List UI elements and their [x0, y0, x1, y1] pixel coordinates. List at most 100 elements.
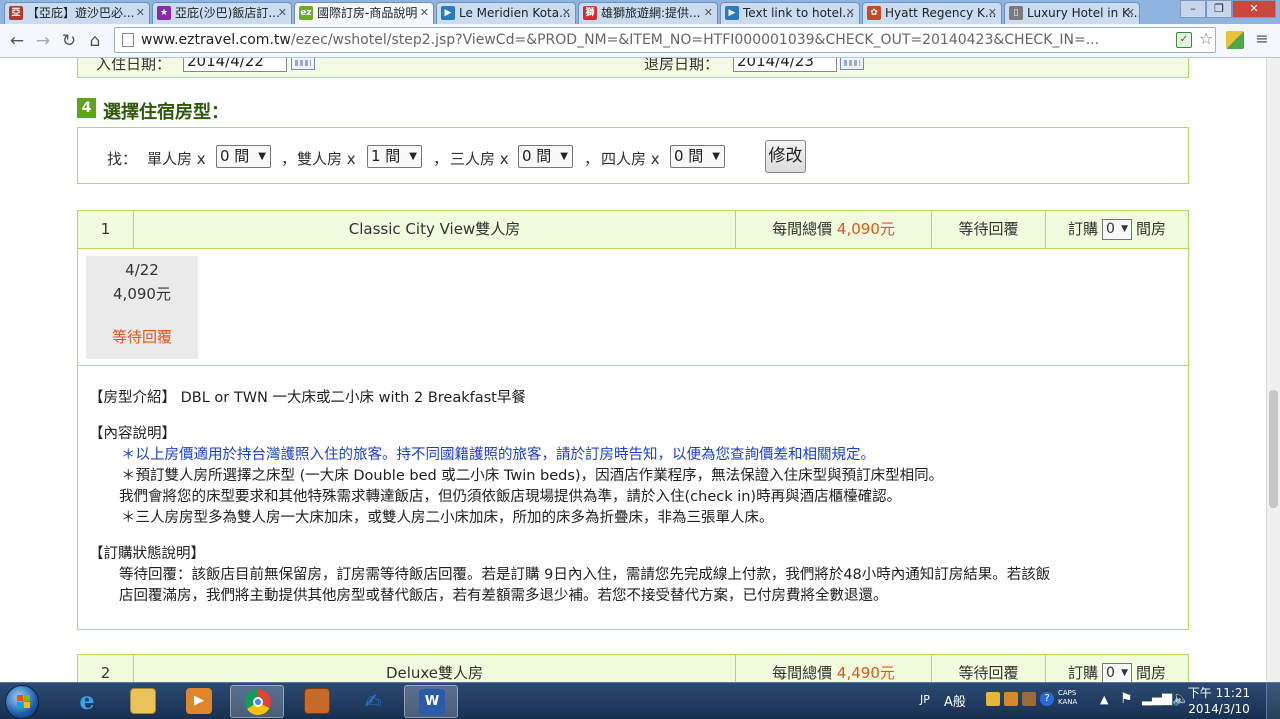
tab-close-icon[interactable]: ✕: [1126, 3, 1135, 23]
double-room-select[interactable]: 1 間 ▼: [367, 145, 422, 168]
ime-mode-indicator[interactable]: A般: [944, 691, 966, 719]
price-label: 每間總價: [772, 220, 833, 238]
browser-tab-3[interactable]: ez 國際訂房-商品說明 ✕: [294, 2, 434, 24]
browser-tab-5[interactable]: 獅 雄獅旅遊網:提供... ✕: [578, 2, 718, 24]
language-indicator[interactable]: JP: [920, 693, 930, 719]
network-icon[interactable]: ▂▄▆: [1142, 691, 1172, 719]
taskbar-explorer[interactable]: [116, 685, 170, 718]
tab-close-icon[interactable]: ✕: [278, 3, 287, 23]
tab-favicon-icon: ▯: [1009, 6, 1023, 20]
modify-button[interactable]: 修改: [765, 140, 806, 173]
content-line: 我們會將您的床型要求和其他特殊需求轉達飯店，但仍須依飯店現場提供為準，請於入住(…: [119, 489, 902, 505]
checkin-date-input[interactable]: 2014/4/22: [183, 58, 287, 72]
browser-tab-8[interactable]: ▯ Luxury Hotel in K... ✕: [1004, 2, 1140, 24]
separator: ，: [433, 150, 449, 168]
room-order-select[interactable]: 0 ▼: [1102, 219, 1132, 240]
home-icon[interactable]: ⌂: [84, 30, 106, 52]
extension-puzzle-icon[interactable]: [1226, 31, 1244, 49]
quad-room-select[interactable]: 0 間 ▼: [670, 145, 725, 168]
day-status: 等待回覆: [111, 328, 172, 346]
room-name: Classic City View雙人房: [133, 211, 735, 248]
taskbar-chrome[interactable]: [230, 685, 284, 718]
dropdown-arrow-icon: ▼: [560, 151, 568, 162]
internet-explorer-icon: e: [79, 686, 95, 715]
menu-icon[interactable]: ≡: [1252, 29, 1272, 49]
tab-favicon-icon: ✿: [867, 6, 881, 20]
ime-tool-icon[interactable]: [1004, 692, 1018, 706]
browser-tab-2[interactable]: ★ 亞庇(沙巴)飯店訂... ✕: [152, 2, 292, 24]
tab-title: Le Meridien Kota...: [459, 6, 571, 20]
kana-label: KANA: [1058, 698, 1078, 706]
restore-window-button[interactable]: ❐: [1206, 0, 1232, 18]
taskbar-media-player[interactable]: ▶: [172, 685, 226, 718]
minimize-window-button[interactable]: –: [1180, 0, 1206, 18]
tab-favicon-icon: 亞: [9, 6, 23, 20]
tab-close-icon[interactable]: ✕: [420, 3, 429, 23]
tab-favicon-icon: ★: [157, 6, 171, 20]
extension-icon[interactable]: ✓: [1176, 32, 1192, 48]
browser-tab-7[interactable]: ✿ Hyatt Regency K... ✕: [862, 2, 1002, 24]
calendar-icon[interactable]: [291, 58, 315, 70]
address-bar[interactable]: www.eztravel.com.tw/ezec/wshotel/step2.j…: [114, 27, 1216, 53]
room-price: 每間總價 4,090元: [735, 211, 931, 248]
start-button[interactable]: [5, 685, 39, 719]
taskbar-ie[interactable]: e: [60, 685, 114, 718]
room-header: 1 Classic City View雙人房 每間總價 4,090元 等待回覆 …: [78, 211, 1188, 249]
status-line: 等待回覆：該飯店目前無保留房，訂房需等待飯店回覆。若是訂購 9日內入住，需請您先…: [119, 567, 1051, 583]
bookmark-star-icon[interactable]: ☆: [1196, 29, 1216, 49]
taskbar-word[interactable]: W: [404, 685, 458, 718]
content-line: ＊預訂雙人房所選擇之床型 (一大床 Double bed 或二小床 Twin b…: [121, 468, 944, 484]
tab-close-icon[interactable]: ✕: [846, 3, 855, 23]
tab-close-icon[interactable]: ✕: [562, 3, 571, 23]
date-bar: 入住日期： 2014/4/22 退房日期： 2014/4/23: [77, 58, 1189, 78]
tab-close-icon[interactable]: ✕: [136, 3, 145, 23]
price-value: 4,490元: [836, 664, 895, 682]
room-order-select[interactable]: 0 ▼: [1102, 663, 1132, 682]
triple-room-select[interactable]: 0 間 ▼: [518, 145, 573, 168]
reload-icon[interactable]: ↻: [58, 30, 80, 52]
dropdown-arrow-icon: ▼: [409, 151, 417, 162]
clock-date: 2014/3/10: [1188, 702, 1250, 716]
vertical-scrollbar[interactable]: [1266, 58, 1280, 682]
tab-favicon-icon: 獅: [583, 6, 597, 20]
checkout-date-input[interactable]: 2014/4/23: [733, 58, 837, 72]
room-name: Deluxe雙人房: [133, 655, 735, 682]
forward-arrow-icon[interactable]: →: [32, 30, 54, 52]
select-value: 1 間: [371, 147, 401, 165]
help-icon[interactable]: ?: [1040, 692, 1054, 706]
taskbar-app[interactable]: ✍: [346, 685, 400, 718]
show-hidden-icons-icon[interactable]: ▲: [1100, 693, 1108, 719]
show-desktop-button[interactable]: [1266, 683, 1280, 719]
caps-label: CAPS: [1058, 689, 1077, 697]
dropdown-arrow-icon: ▼: [712, 151, 720, 162]
browser-tab-6[interactable]: ▶ Text link to hotel... ✕: [720, 2, 860, 24]
page-content: 入住日期： 2014/4/22 退房日期： 2014/4/23 4 選擇住宿房型…: [0, 58, 1266, 682]
ime-tool-icon[interactable]: [986, 692, 1000, 706]
tab-close-icon[interactable]: ✕: [704, 3, 713, 23]
select-value: 0 間: [674, 147, 704, 165]
back-arrow-icon[interactable]: ←: [6, 30, 28, 52]
select-value: 0: [1106, 665, 1115, 681]
tab-title: 國際訂房-商品說明: [317, 6, 418, 20]
checkout-label: 退房日期：: [644, 58, 720, 73]
browser-tab-1[interactable]: 亞 【亞庇】遊沙巴必... ✕: [4, 2, 150, 24]
ime-tool-icon[interactable]: [1022, 692, 1036, 706]
calendar-icon[interactable]: [840, 58, 864, 70]
order-unit: 間房: [1136, 220, 1167, 238]
taskbar: e ▶ ✍ W JP A般 ? CAPS KANA ▲ ⚑ ▂▄▆ 🔈 下午 11…: [0, 682, 1280, 719]
room-status: 等待回覆: [931, 211, 1045, 248]
room-quantity-form: 找： 單人房 x 0 間 ▼ ， 雙人房 x 1 間 ▼ ， 三人房 x 0 間 ▼ …: [77, 127, 1189, 184]
close-window-button[interactable]: ✕: [1232, 0, 1276, 18]
price-value: 4,090元: [836, 220, 895, 238]
section-number: 4: [77, 98, 96, 118]
browser-tab-4[interactable]: ▶ Le Meridien Kota... ✕: [436, 2, 576, 24]
scrollbar-thumb[interactable]: [1269, 390, 1278, 508]
order-label: 訂購: [1067, 220, 1098, 238]
action-center-flag-icon[interactable]: ⚑: [1120, 691, 1133, 719]
taskbar-archive[interactable]: [290, 685, 344, 718]
word-icon: W: [419, 689, 445, 715]
single-room-select[interactable]: 0 間 ▼: [216, 145, 271, 168]
clock[interactable]: 下午 11:21 2014/3/10: [1184, 685, 1254, 717]
tab-close-icon[interactable]: ✕: [988, 3, 997, 23]
tab-favicon-icon: ▶: [725, 6, 739, 20]
